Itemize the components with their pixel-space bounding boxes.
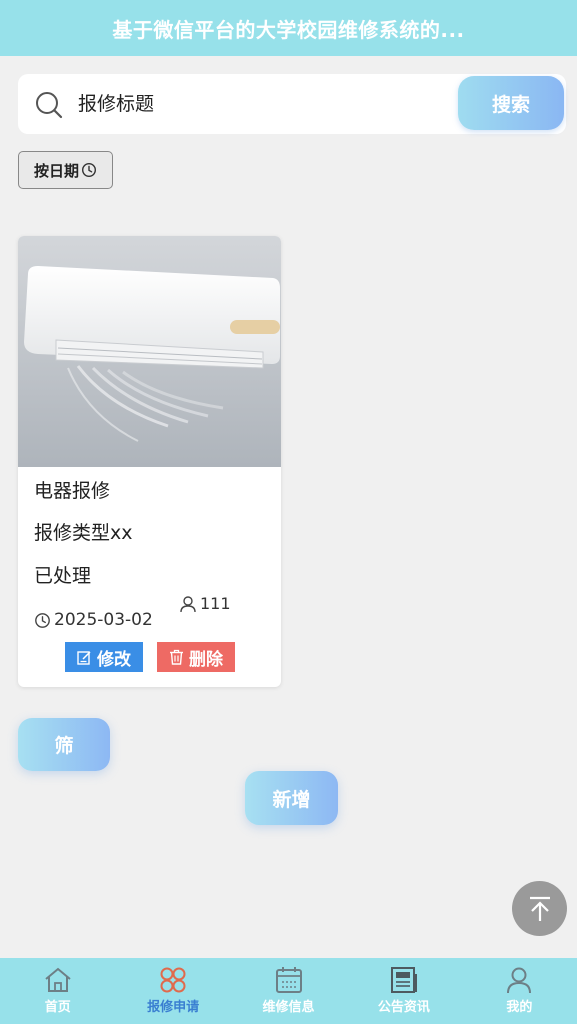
edit-button-label: 修改 — [97, 649, 131, 670]
back-to-top-button[interactable] — [512, 881, 567, 936]
home-icon — [45, 967, 71, 992]
card-user-value: 111 — [200, 594, 231, 613]
delete-button-label: 删除 — [189, 649, 223, 670]
tab-home[interactable]: 首页 — [0, 958, 115, 1024]
card-user: 111 — [179, 594, 231, 613]
grid-icon — [160, 967, 186, 993]
filter-button-label: 筛 — [54, 735, 74, 757]
tab-mine[interactable]: 我的 — [462, 958, 577, 1024]
sort-by-date-button[interactable]: 按日期 — [18, 151, 113, 189]
card-date: 2025-03-02 — [34, 610, 153, 630]
card-status: 已处理 — [34, 565, 92, 587]
tab-repair-request-label: 报修申请 — [147, 1000, 200, 1015]
app-header: 基于微信平台的大学校园维修系统的... — [0, 0, 577, 56]
edit-icon — [77, 650, 91, 665]
card-type: 报修类型xx — [34, 522, 133, 544]
edit-button[interactable]: 修改 — [65, 642, 143, 672]
tab-news[interactable]: 公告资讯 — [346, 958, 461, 1024]
card-date-value: 2025-03-02 — [54, 610, 153, 630]
calendar-icon — [275, 967, 302, 993]
user-icon — [507, 967, 532, 994]
search-input[interactable] — [78, 86, 458, 122]
tab-repair-info-label: 维修信息 — [262, 1000, 315, 1015]
add-button-label: 新增 — [272, 788, 311, 811]
search-button-label: 搜索 — [491, 93, 530, 116]
tab-home-label: 首页 — [44, 1000, 71, 1015]
tab-mine-label: 我的 — [506, 1000, 533, 1015]
sort-label: 按日期 — [33, 161, 79, 180]
filter-button[interactable]: 筛 — [18, 718, 110, 771]
clock-icon — [35, 612, 50, 628]
trash-icon — [170, 649, 183, 665]
tab-news-label: 公告资讯 — [377, 1000, 430, 1015]
bottom-tab-bar: 首页 报修申请 维修信息 公告资讯 我的 — [0, 958, 577, 1024]
user-icon — [180, 595, 196, 612]
card-title: 电器报修 — [34, 480, 111, 502]
search-button[interactable]: 搜索 — [458, 76, 564, 130]
tab-repair-info[interactable]: 维修信息 — [231, 958, 346, 1024]
page-title: 基于微信平台的大学校园维修系统的... — [112, 17, 465, 42]
repair-card[interactable]: 电器报修 报修类型xx 已处理 2025-03-02 111 修改 删除 — [18, 236, 281, 687]
tab-repair-request[interactable]: 报修申请 — [115, 958, 230, 1024]
news-icon — [390, 967, 417, 993]
search-bar: 搜索 — [18, 74, 566, 134]
add-button[interactable]: 新增 — [245, 771, 338, 825]
delete-button[interactable]: 删除 — [157, 642, 235, 672]
arrow-up-icon — [529, 896, 550, 921]
search-icon — [36, 92, 63, 119]
air-conditioner-image — [18, 236, 281, 467]
clock-icon — [81, 162, 97, 178]
